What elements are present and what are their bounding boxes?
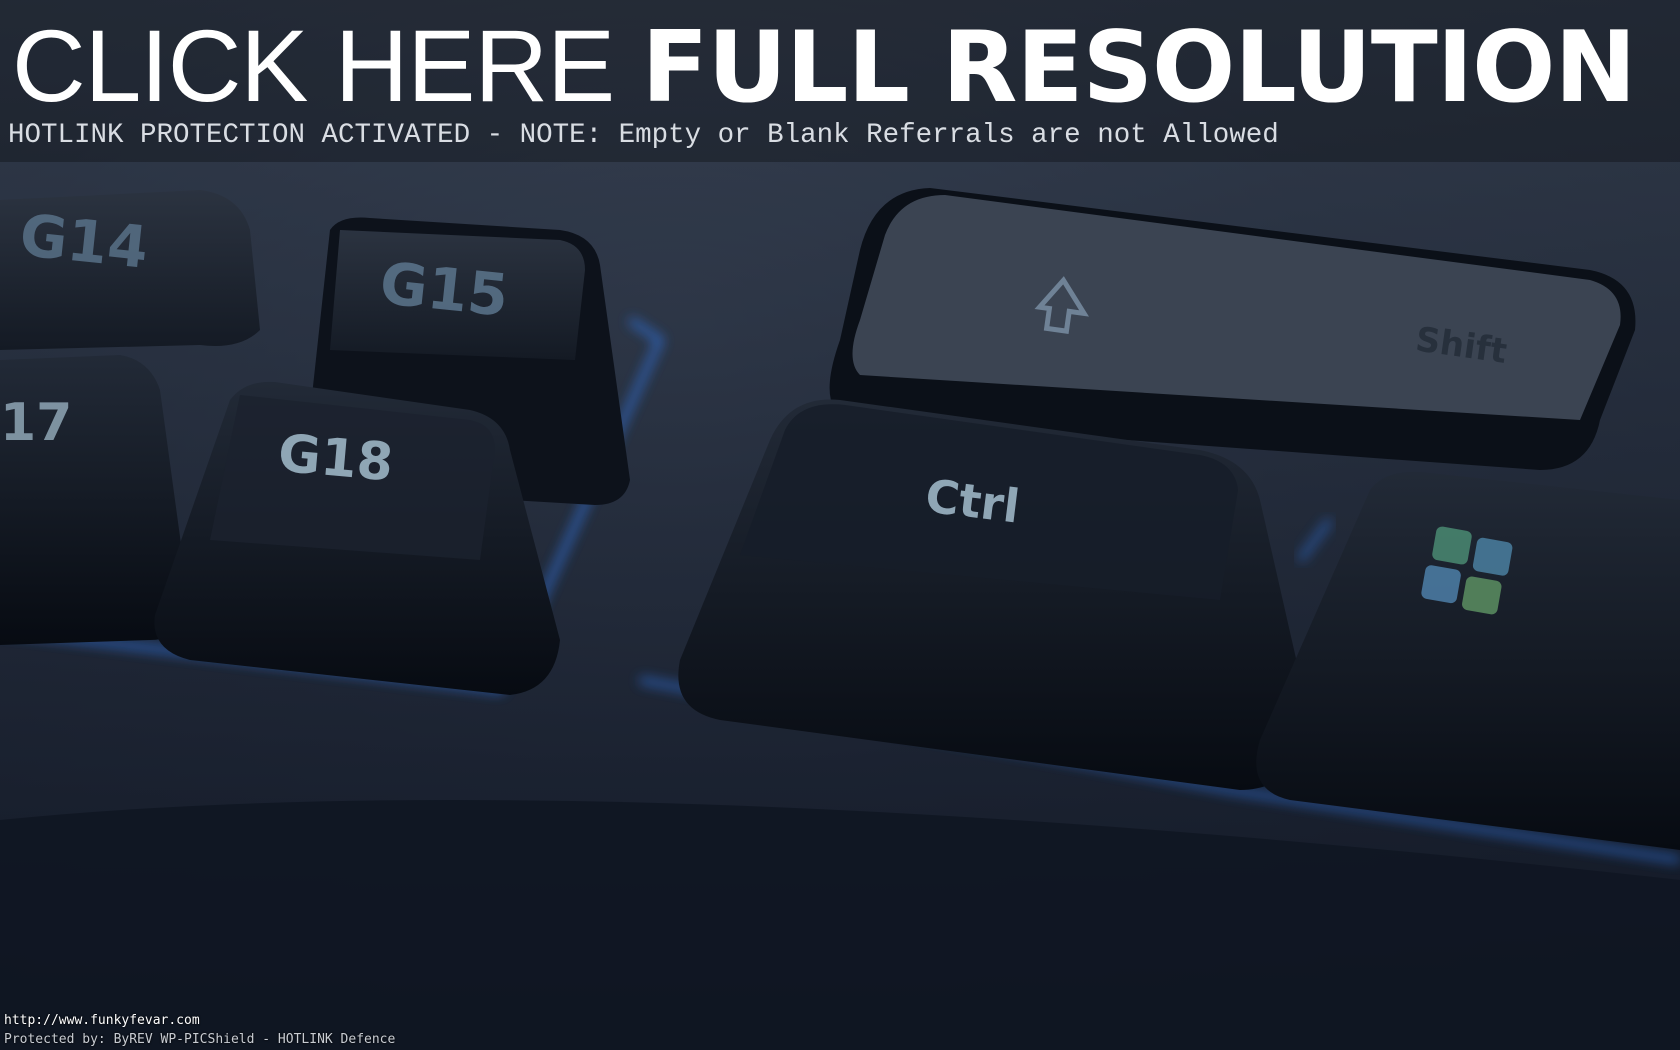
notice-rest: Empty or Blank Referrals are not Allowed xyxy=(602,120,1279,151)
headline-full-resolution: FULL RESOLUTION xyxy=(641,14,1637,118)
hotlink-notice: HOTLINK PROTECTION ACTIVATED - NOTE: Emp… xyxy=(8,116,1678,156)
notice-note: NOTE: xyxy=(519,120,603,151)
full-resolution-link[interactable]: CLICK HERE FULL RESOLUTION xyxy=(12,14,1672,118)
key-g14-legend: G14 xyxy=(17,201,152,282)
hotlink-banner[interactable]: CLICK HERE FULL RESOLUTION HOTLINK PROTE… xyxy=(0,0,1680,162)
key-g18-legend: G18 xyxy=(276,424,396,494)
protection-credit: Protected by: ByREV WP-PICShield - HOTLI… xyxy=(4,1032,396,1047)
source-url[interactable]: http://www.funkyfevar.com xyxy=(4,1013,200,1029)
key-ctrl-legend: Ctrl xyxy=(922,469,1022,534)
key-g17-legend: 17 xyxy=(0,393,72,453)
key-g14: G14 xyxy=(0,190,260,350)
headline-click-here: CLICK HERE xyxy=(12,14,615,118)
notice-prefix: HOTLINK PROTECTION ACTIVATED - xyxy=(8,120,520,151)
key-g15-legend: G15 xyxy=(377,249,512,330)
